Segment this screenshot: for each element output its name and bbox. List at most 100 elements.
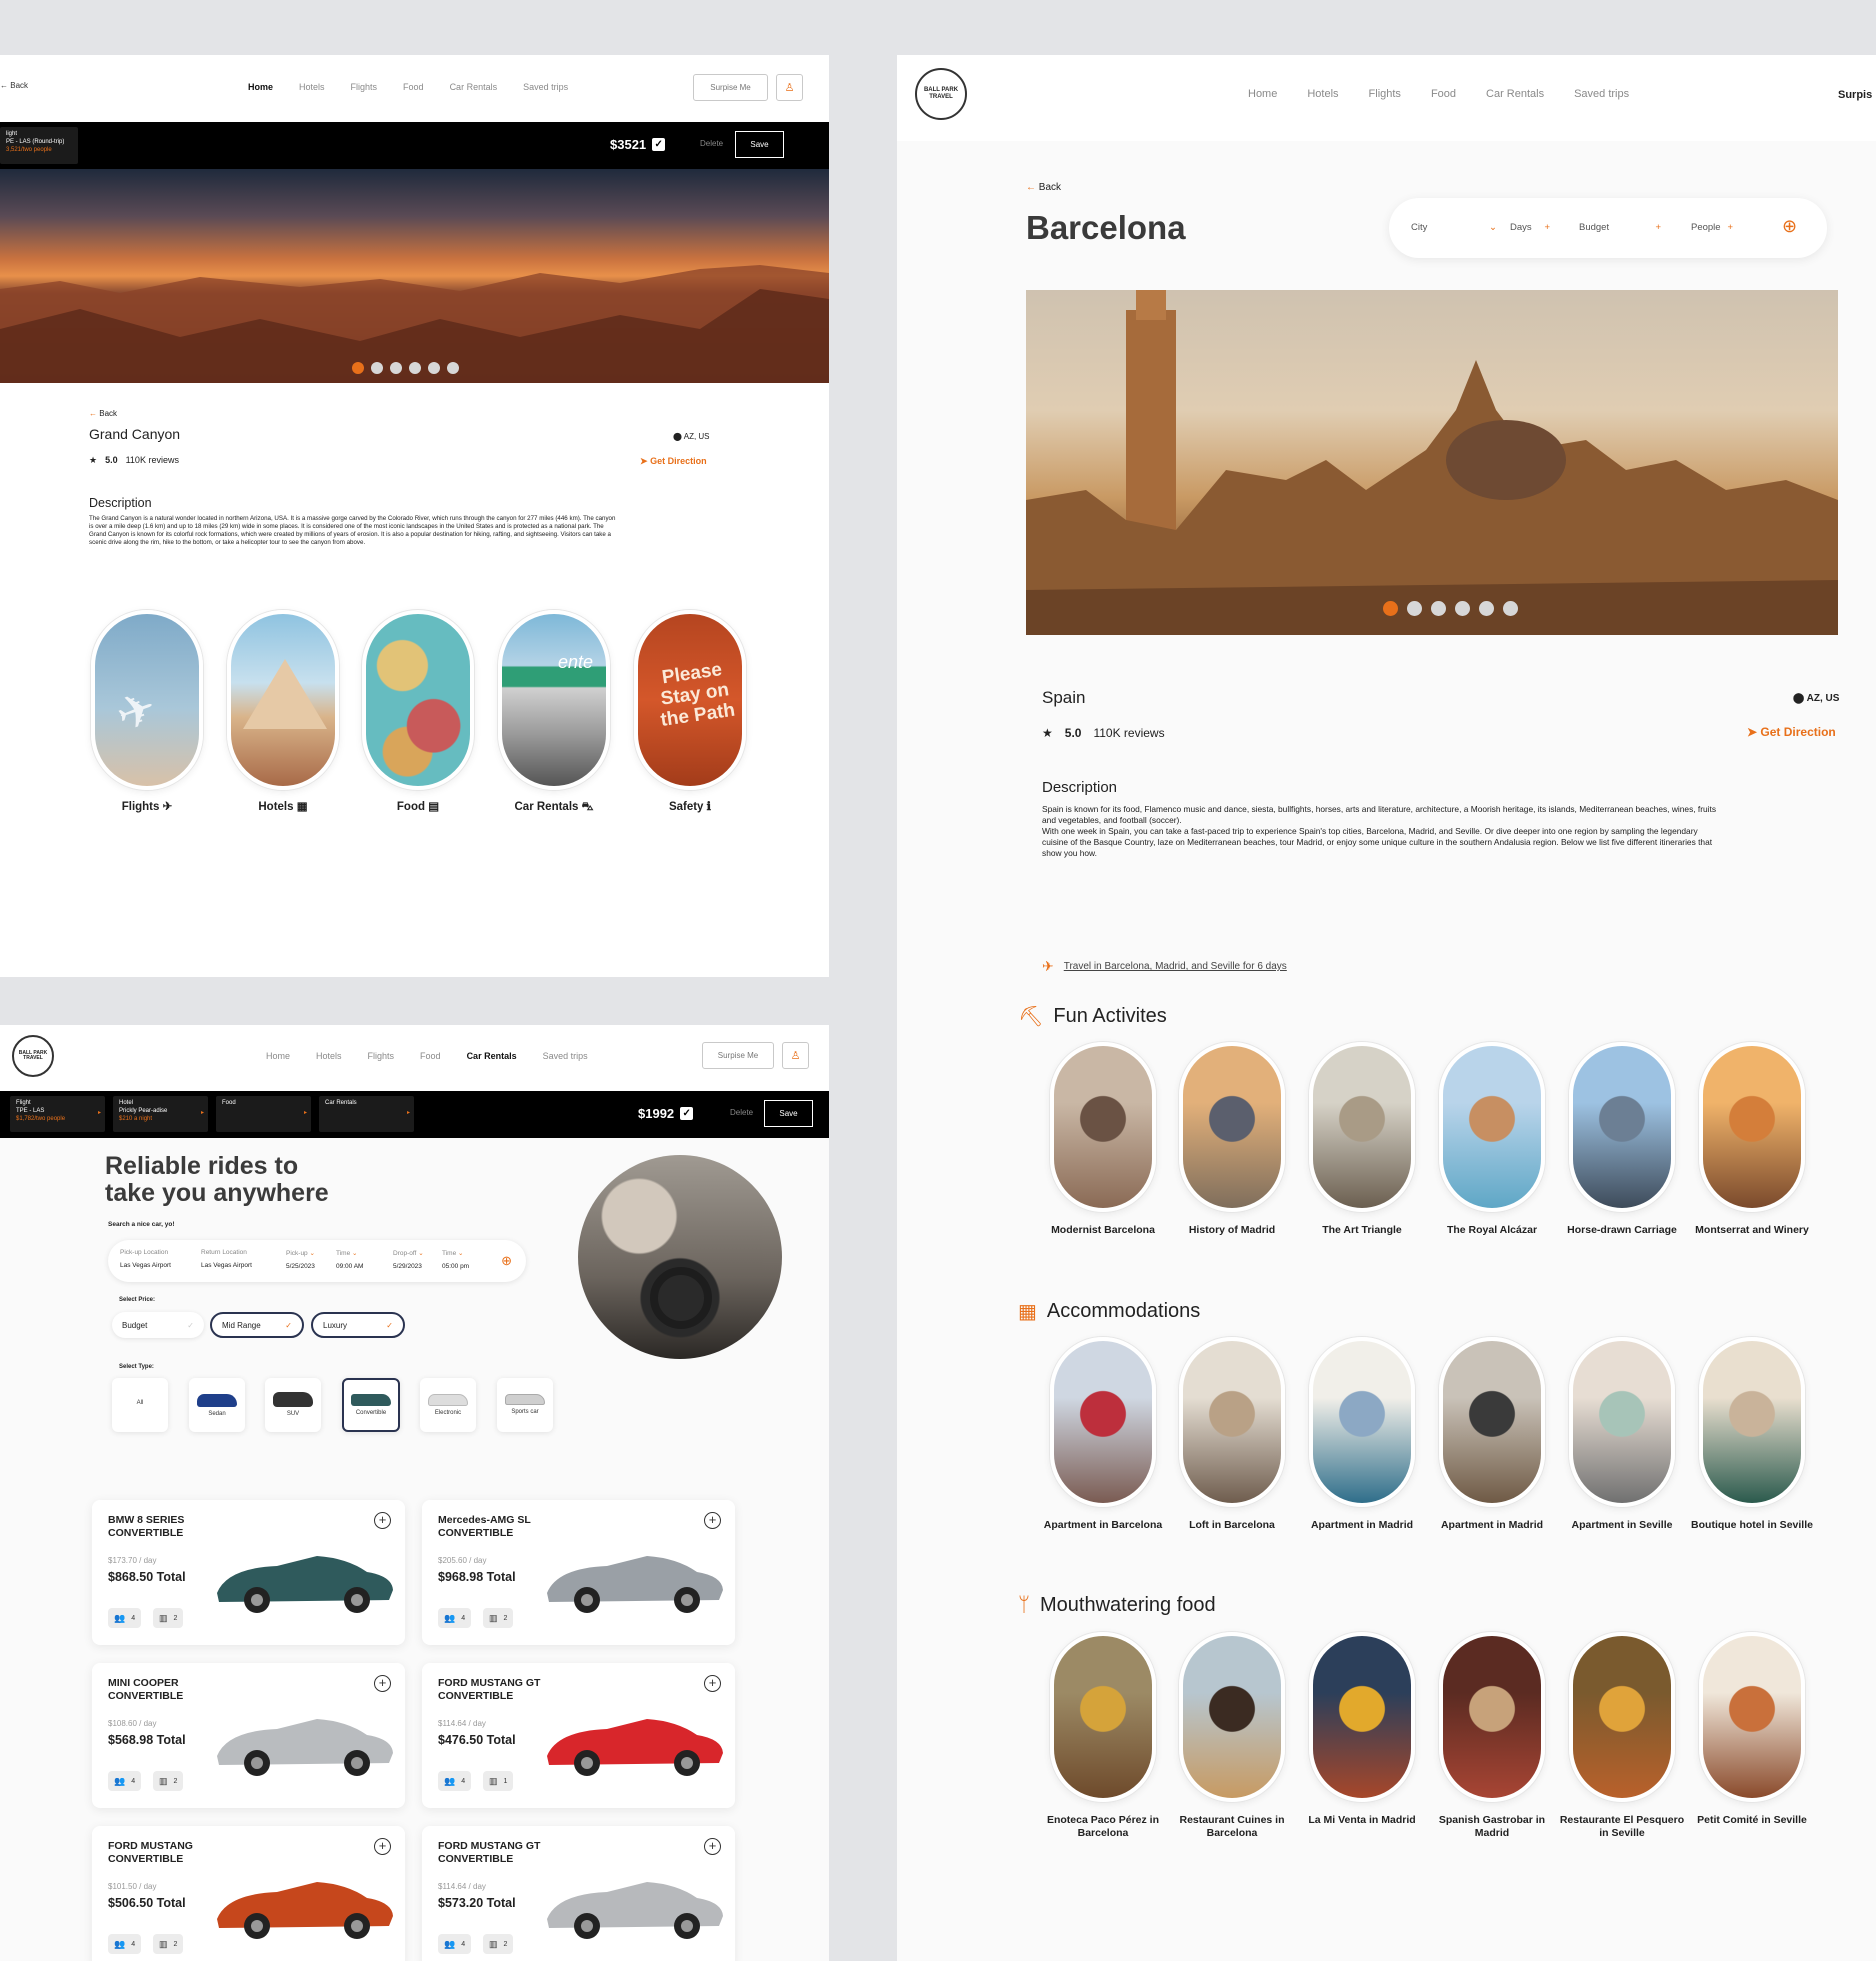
logo[interactable]: BALL PARK TRAVEL: [12, 1035, 54, 1077]
delete-button[interactable]: Delete: [700, 139, 723, 148]
item-caption[interactable]: Apartment in Barcelona: [1036, 1519, 1170, 1532]
carousel-dot[interactable]: [390, 362, 402, 374]
category-label[interactable]: Car Rentals ⛍: [498, 801, 610, 815]
item-caption[interactable]: Petit Comité in Seville: [1685, 1814, 1819, 1827]
nav-saved-trips[interactable]: Saved trips: [543, 1051, 588, 1061]
nav-home[interactable]: Home: [1248, 88, 1277, 100]
nav-hotels[interactable]: Hotels: [1307, 88, 1338, 100]
type-sports-car[interactable]: Sports car: [497, 1378, 553, 1432]
user-icon[interactable]: ♙: [776, 74, 803, 101]
nav-saved-trips[interactable]: Saved trips: [1574, 88, 1629, 100]
nav-home[interactable]: Home: [266, 1051, 290, 1061]
carousel-dot[interactable]: [352, 362, 364, 374]
nav-hotels[interactable]: Hotels: [299, 82, 325, 92]
item-image[interactable]: [1179, 1337, 1285, 1507]
save-button[interactable]: Save: [735, 131, 784, 158]
car-card[interactable]: FORD MUSTANG CONVERTIBLE + $101.50 / day $50…: [92, 1826, 405, 1961]
carousel-dots[interactable]: [352, 362, 459, 374]
carousel-dot[interactable]: [1431, 601, 1446, 616]
type-convertible[interactable]: Convertible: [342, 1378, 400, 1432]
item-caption[interactable]: Apartment in Madrid: [1425, 1519, 1559, 1532]
nav-car-rentals[interactable]: Car Rentals: [1486, 88, 1544, 100]
pickup-date-field[interactable]: Pick-up ⌄ 5/25/2023: [286, 1249, 336, 1270]
type-electronic[interactable]: Electronic: [420, 1378, 476, 1432]
dropoff-time-field[interactable]: Time ⌄ 05:00 pm: [442, 1249, 492, 1270]
days-filter[interactable]: Days +: [1510, 222, 1550, 233]
car-card[interactable]: Mercedes-AMG SL CONVERTIBLE + $205.60 / day…: [422, 1500, 735, 1645]
category-label[interactable]: Hotels ▦: [227, 801, 339, 815]
people-filter[interactable]: People +: [1691, 222, 1733, 233]
item-caption[interactable]: Loft in Barcelona: [1165, 1519, 1299, 1532]
nav-home[interactable]: Home: [248, 82, 273, 92]
flights-pill[interactable]: ✈: [91, 610, 203, 790]
nav-flights[interactable]: Flights: [1369, 88, 1401, 100]
city-filter[interactable]: City ⌄: [1411, 222, 1497, 233]
itinerary-link[interactable]: ✈ Travel in Barcelona, Madrid, and Sevil…: [1042, 958, 1287, 975]
type-suv[interactable]: SUV: [265, 1378, 321, 1432]
nav-saved-trips[interactable]: Saved trips: [523, 82, 568, 92]
item-image[interactable]: [1699, 1042, 1805, 1212]
nav-food[interactable]: Food: [420, 1051, 441, 1061]
item-image[interactable]: [1439, 1337, 1545, 1507]
logo[interactable]: BALL PARK TRAVEL: [915, 68, 967, 120]
checkbox-icon[interactable]: ✓: [680, 1107, 694, 1120]
item-image[interactable]: [1699, 1337, 1805, 1507]
category-label[interactable]: Safety ℹ: [634, 801, 746, 815]
nav-flights[interactable]: Flights: [351, 82, 378, 92]
get-direction-link[interactable]: ➤ Get Direction: [640, 456, 707, 467]
carousel-dots[interactable]: [1383, 601, 1518, 616]
add-icon[interactable]: +: [704, 1512, 721, 1529]
carousel-dot[interactable]: [447, 362, 459, 374]
add-icon[interactable]: +: [704, 1838, 721, 1855]
budget-filter[interactable]: Budget +: [1579, 222, 1661, 233]
nav-hotels[interactable]: Hotels: [316, 1051, 342, 1061]
item-image[interactable]: [1309, 1337, 1415, 1507]
back-link[interactable]: ← Back: [0, 81, 28, 90]
hotel-summary[interactable]: Hotel Prickly Pear-adise $210 a night ▸: [113, 1096, 208, 1132]
pickup-location-field[interactable]: Pick-up Location Las Vegas Airport: [120, 1249, 198, 1269]
item-image[interactable]: [1050, 1337, 1156, 1507]
checkbox-icon[interactable]: ✓: [652, 138, 666, 151]
pickup-time-field[interactable]: Time ⌄ 09:00 AM: [336, 1249, 386, 1270]
get-direction-link[interactable]: ➤ Get Direction: [1747, 725, 1836, 739]
item-image[interactable]: [1179, 1632, 1285, 1802]
add-icon[interactable]: +: [374, 1675, 391, 1692]
car-rentals-pill[interactable]: ente: [498, 610, 610, 790]
food-summary[interactable]: Food ▸: [216, 1096, 311, 1132]
car-card[interactable]: MINI COOPER CONVERTIBLE + $108.60 / day $568…: [92, 1663, 405, 1808]
type-all[interactable]: All: [112, 1378, 168, 1432]
safety-pill[interactable]: Please Stay on the Path: [634, 610, 746, 790]
back-link[interactable]: ← Back: [1026, 182, 1061, 193]
car-card[interactable]: BMW 8 SERIES CONVERTIBLE + $173.70 / day $86…: [92, 1500, 405, 1645]
item-caption[interactable]: Apartment in Madrid: [1295, 1519, 1429, 1532]
carousel-dot[interactable]: [1383, 601, 1398, 616]
surprise-button[interactable]: Surpise Me: [702, 1042, 774, 1069]
surprise-button[interactable]: Surpis: [1838, 89, 1872, 101]
price-budget[interactable]: Budget ✓: [112, 1312, 204, 1338]
item-image[interactable]: [1439, 1042, 1545, 1212]
item-image[interactable]: [1050, 1632, 1156, 1802]
add-icon[interactable]: +: [374, 1838, 391, 1855]
dropoff-date-field[interactable]: Drop-off ⌄ 5/29/2023: [393, 1249, 443, 1270]
type-sedan[interactable]: Sedan: [189, 1378, 245, 1432]
item-image[interactable]: [1179, 1042, 1285, 1212]
category-label[interactable]: Flights ✈: [91, 801, 203, 815]
carousel-dot[interactable]: [1479, 601, 1494, 616]
item-caption[interactable]: The Royal Alcázar: [1425, 1224, 1559, 1237]
item-caption[interactable]: Montserrat and Winery: [1685, 1224, 1819, 1237]
carousel-dot[interactable]: [1407, 601, 1422, 616]
surprise-button[interactable]: Surpise Me: [693, 74, 768, 101]
item-image[interactable]: [1569, 1042, 1675, 1212]
detail-back-link[interactable]: ← Back: [89, 409, 117, 418]
item-image[interactable]: [1569, 1632, 1675, 1802]
item-caption[interactable]: The Art Triangle: [1295, 1224, 1429, 1237]
search-icon[interactable]: ⊕: [1782, 216, 1797, 237]
user-icon[interactable]: ♙: [782, 1042, 809, 1069]
item-caption[interactable]: History of Madrid: [1165, 1224, 1299, 1237]
item-image[interactable]: [1050, 1042, 1156, 1212]
hotels-pill[interactable]: [227, 610, 339, 790]
flight-summary[interactable]: light PE - LAS (Round-trip) 3,521/two pe…: [0, 127, 78, 164]
nav-car-rentals[interactable]: Car Rentals: [467, 1051, 517, 1061]
item-caption[interactable]: Boutique hotel in Seville: [1685, 1519, 1819, 1532]
nav-car-rentals[interactable]: Car Rentals: [450, 82, 498, 92]
